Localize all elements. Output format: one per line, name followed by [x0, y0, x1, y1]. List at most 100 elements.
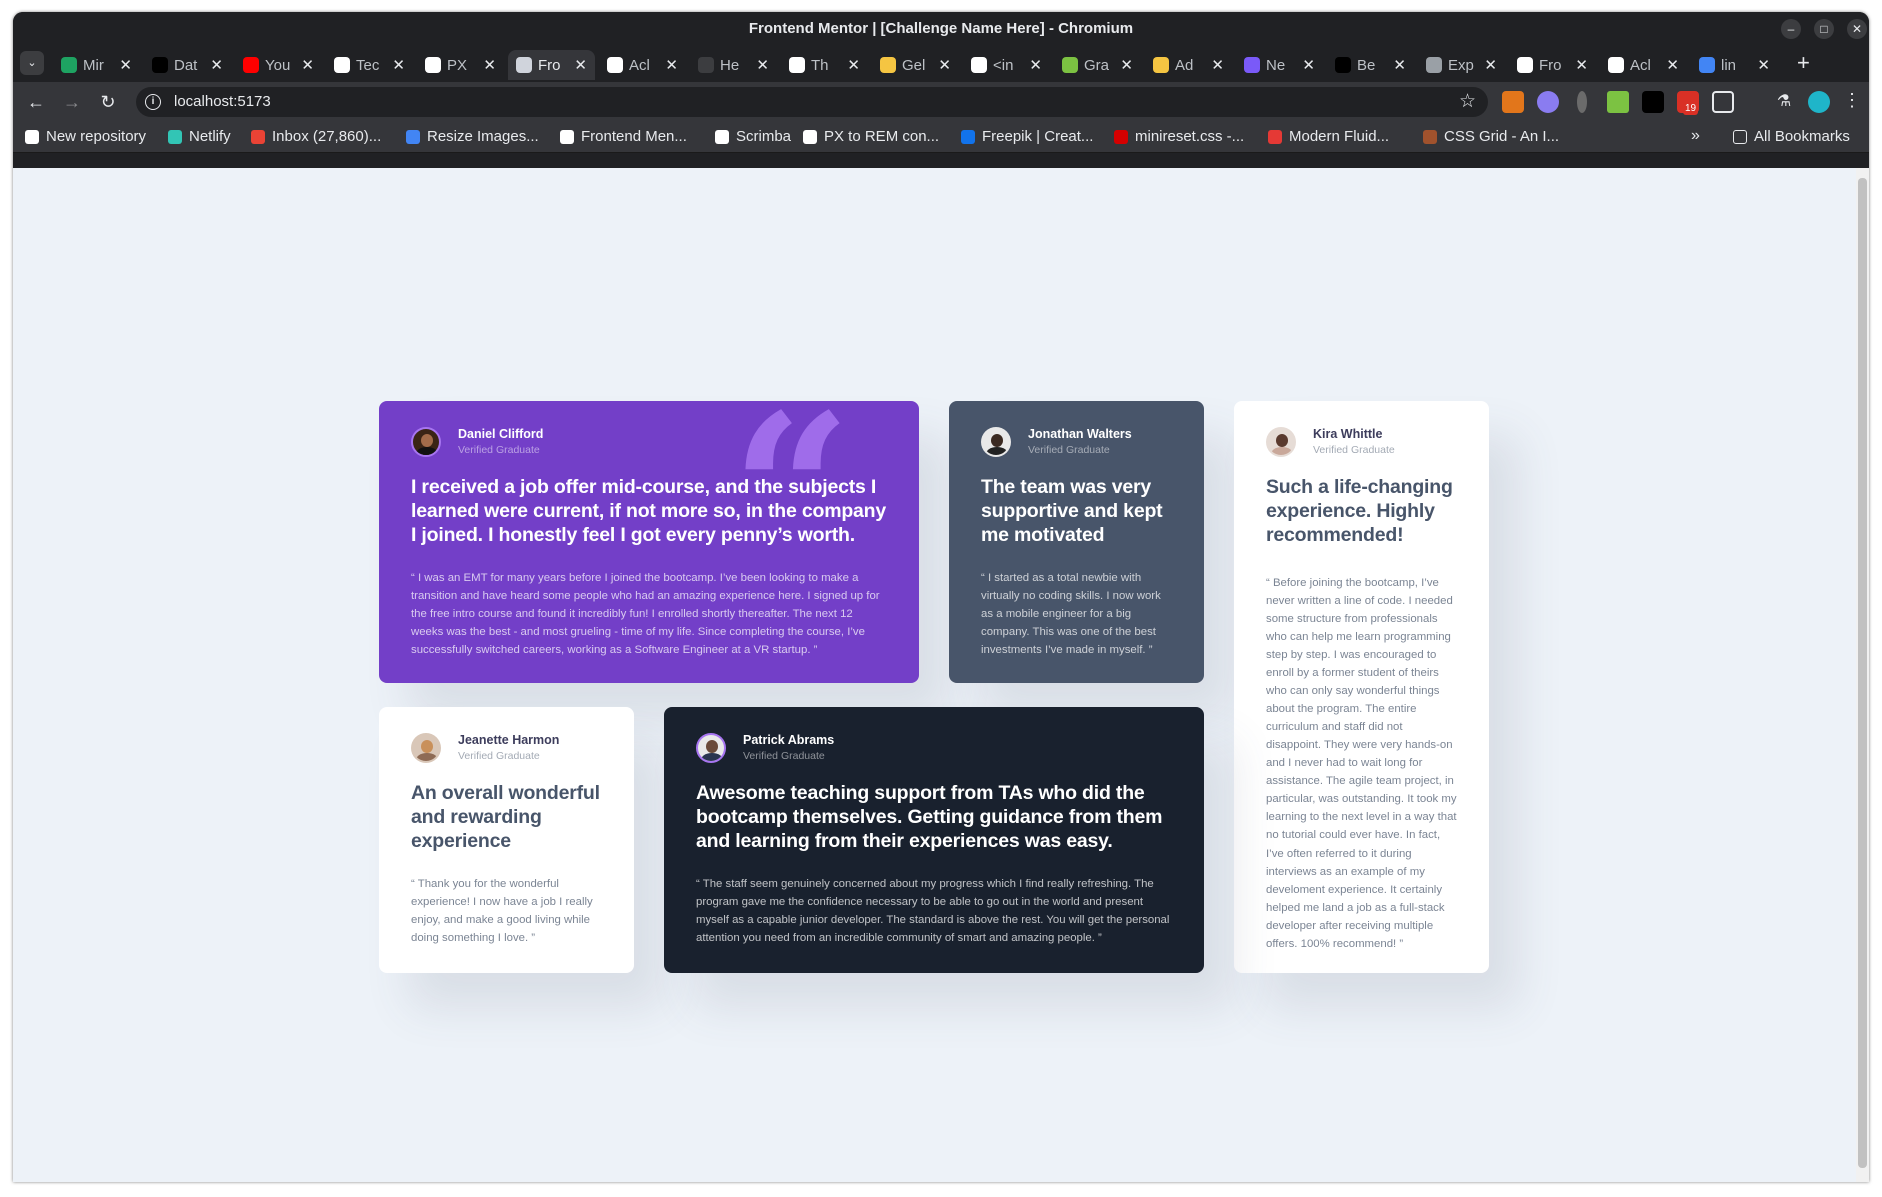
menu-dots-icon[interactable]: ⋮ — [1843, 90, 1861, 111]
tab-search-button[interactable]: ⌄ — [20, 51, 44, 75]
tab-close-icon[interactable]: ✕ — [665, 56, 678, 74]
more-bookmarks-chevron-icon[interactable]: » — [1691, 127, 1700, 145]
tab-5[interactable]: Fro ✕ — [508, 50, 595, 80]
avatar — [411, 733, 441, 764]
testimonial-headline: An overall wonderful and rewarding exper… — [411, 782, 600, 853]
bookmark-label: New repository — [46, 128, 147, 145]
bookmark-label: minireset.css -... — [1135, 128, 1245, 145]
tab-11[interactable]: Gra ✕ — [1054, 50, 1141, 80]
profile-avatar[interactable] — [1808, 91, 1830, 113]
tab-close-icon[interactable]: ✕ — [1029, 56, 1042, 74]
extension-icon-2[interactable] — [1537, 91, 1559, 113]
tab-favicon-icon — [516, 57, 532, 73]
bookmark-item[interactable]: Frontend Men... — [560, 128, 687, 145]
testimonial-card-kira: Kira Whittle Verified Graduate Such a li… — [1234, 401, 1489, 973]
tab-13[interactable]: Ne ✕ — [1236, 50, 1323, 80]
tab-close-icon[interactable]: ✕ — [210, 56, 223, 74]
author-role: Verified Graduate — [1028, 443, 1110, 456]
tab-6[interactable]: Acl ✕ — [599, 50, 686, 80]
bookmark-item[interactable]: Netlify — [168, 128, 231, 145]
new-tab-button[interactable]: + — [1797, 52, 1810, 74]
tab-label: Tec — [356, 56, 380, 74]
scrollbar-thumb[interactable] — [1858, 178, 1867, 1168]
tab-close-icon[interactable]: ✕ — [1393, 56, 1406, 74]
tab-12[interactable]: Ad ✕ — [1145, 50, 1232, 80]
tab-favicon-icon — [880, 57, 896, 73]
minimize-button[interactable]: – — [1781, 19, 1801, 39]
tab-close-icon[interactable]: ✕ — [119, 56, 132, 74]
all-bookmarks-label: All Bookmarks — [1754, 128, 1850, 145]
reload-button[interactable]: ↻ — [96, 90, 120, 114]
bookmark-item[interactable]: Resize Images... — [406, 128, 539, 145]
tab-10[interactable]: <in ✕ — [963, 50, 1050, 80]
testimonial-headline: Awesome teaching support from TAs who di… — [696, 782, 1163, 853]
author-name: Patrick Abrams — [743, 733, 835, 747]
bookmark-item[interactable]: Modern Fluid... — [1268, 128, 1389, 145]
bookmark-favicon-icon — [803, 129, 817, 144]
tab-18[interactable]: lin ✕ — [1691, 50, 1778, 80]
tab-label: Acl — [629, 56, 650, 74]
tab-14[interactable]: Be ✕ — [1327, 50, 1414, 80]
address-bar[interactable]: i localhost:5173 ☆ — [136, 87, 1488, 117]
tab-close-icon[interactable]: ✕ — [847, 56, 860, 74]
tab-8[interactable]: Th ✕ — [781, 50, 868, 80]
browser-window: Frontend Mentor | [Challenge Name Here] … — [13, 12, 1869, 1182]
labs-flask-icon[interactable]: ⚗ — [1773, 91, 1795, 113]
tab-label: Gra — [1084, 56, 1110, 74]
tab-2[interactable]: You ✕ — [235, 50, 322, 80]
tab-close-icon[interactable]: ✕ — [1120, 56, 1133, 74]
extension-icon-3[interactable] — [1577, 91, 1587, 113]
site-info-icon[interactable]: i — [145, 94, 161, 110]
tab-4[interactable]: PX ✕ — [417, 50, 504, 80]
vertical-scrollbar[interactable] — [1856, 168, 1869, 1182]
bookmark-item[interactable]: New repository — [25, 128, 146, 145]
tab-16[interactable]: Fro ✕ — [1509, 50, 1596, 80]
tab-3[interactable]: Tec ✕ — [326, 50, 413, 80]
avatar — [981, 427, 1011, 458]
tab-close-icon[interactable]: ✕ — [392, 56, 405, 74]
bookmark-label: Freepik | Creat... — [982, 128, 1094, 145]
tab-favicon-icon — [1426, 57, 1442, 73]
bookmark-item[interactable]: minireset.css -... — [1114, 128, 1244, 145]
tab-close-icon[interactable]: ✕ — [483, 56, 496, 74]
tab-close-icon[interactable]: ✕ — [938, 56, 951, 74]
tab-close-icon[interactable]: ✕ — [1666, 56, 1679, 74]
forward-button[interactable]: → — [60, 90, 84, 114]
x-extension-icon[interactable] — [1642, 91, 1664, 113]
tab-strip: ⌄ Mir ✕ Dat ✕ You ✕ Tec ✕ PX ✕ Fro ✕ Acl ✕ He ✕ Th ✕ Gel ✕ <… — [13, 46, 1869, 82]
tab-close-icon[interactable]: ✕ — [1757, 56, 1770, 74]
tab-0[interactable]: Mir ✕ — [53, 50, 140, 80]
maximize-button[interactable]: □ — [1814, 19, 1834, 39]
tab-9[interactable]: Gel ✕ — [872, 50, 959, 80]
window-title: Frontend Mentor | [Challenge Name Here] … — [748, 20, 1134, 37]
tab-15[interactable]: Exp ✕ — [1418, 50, 1505, 80]
back-button[interactable]: ← — [24, 90, 48, 114]
bookmark-item[interactable]: Freepik | Creat... — [961, 128, 1093, 145]
extensions-puzzle-icon[interactable] — [1712, 91, 1734, 113]
metamask-extension-icon[interactable] — [1502, 91, 1524, 113]
tab-favicon-icon — [971, 57, 987, 73]
tab-label: Th — [811, 56, 829, 74]
all-bookmarks[interactable]: All Bookmarks — [1733, 128, 1850, 145]
tab-17[interactable]: Acl ✕ — [1600, 50, 1687, 80]
bookmark-star-icon[interactable]: ☆ — [1459, 90, 1476, 113]
tab-1[interactable]: Dat ✕ — [144, 50, 231, 80]
bookmark-item[interactable]: Inbox (27,860)... — [251, 128, 381, 145]
tab-close-icon[interactable]: ✕ — [574, 56, 587, 74]
tab-label: Be — [1357, 56, 1376, 74]
testimonial-headline: The team was very supportive and kept me… — [981, 476, 1163, 547]
tab-close-icon[interactable]: ✕ — [1302, 56, 1315, 74]
tab-close-icon[interactable]: ✕ — [1575, 56, 1588, 74]
extension-icon-4[interactable] — [1607, 91, 1629, 113]
tab-close-icon[interactable]: ✕ — [301, 56, 314, 74]
tab-close-icon[interactable]: ✕ — [1211, 56, 1224, 74]
bookmark-item[interactable]: CSS Grid - An I... — [1423, 128, 1559, 145]
tab-7[interactable]: He ✕ — [690, 50, 777, 80]
bookmark-item[interactable]: PX to REM con... — [803, 128, 939, 145]
tab-close-icon[interactable]: ✕ — [1484, 56, 1497, 74]
author-role: Verified Graduate — [743, 749, 825, 762]
avatar — [696, 733, 726, 764]
close-window-button[interactable]: ✕ — [1847, 19, 1867, 39]
tab-close-icon[interactable]: ✕ — [756, 56, 769, 74]
bookmark-item[interactable]: Scrimba — [715, 128, 791, 145]
